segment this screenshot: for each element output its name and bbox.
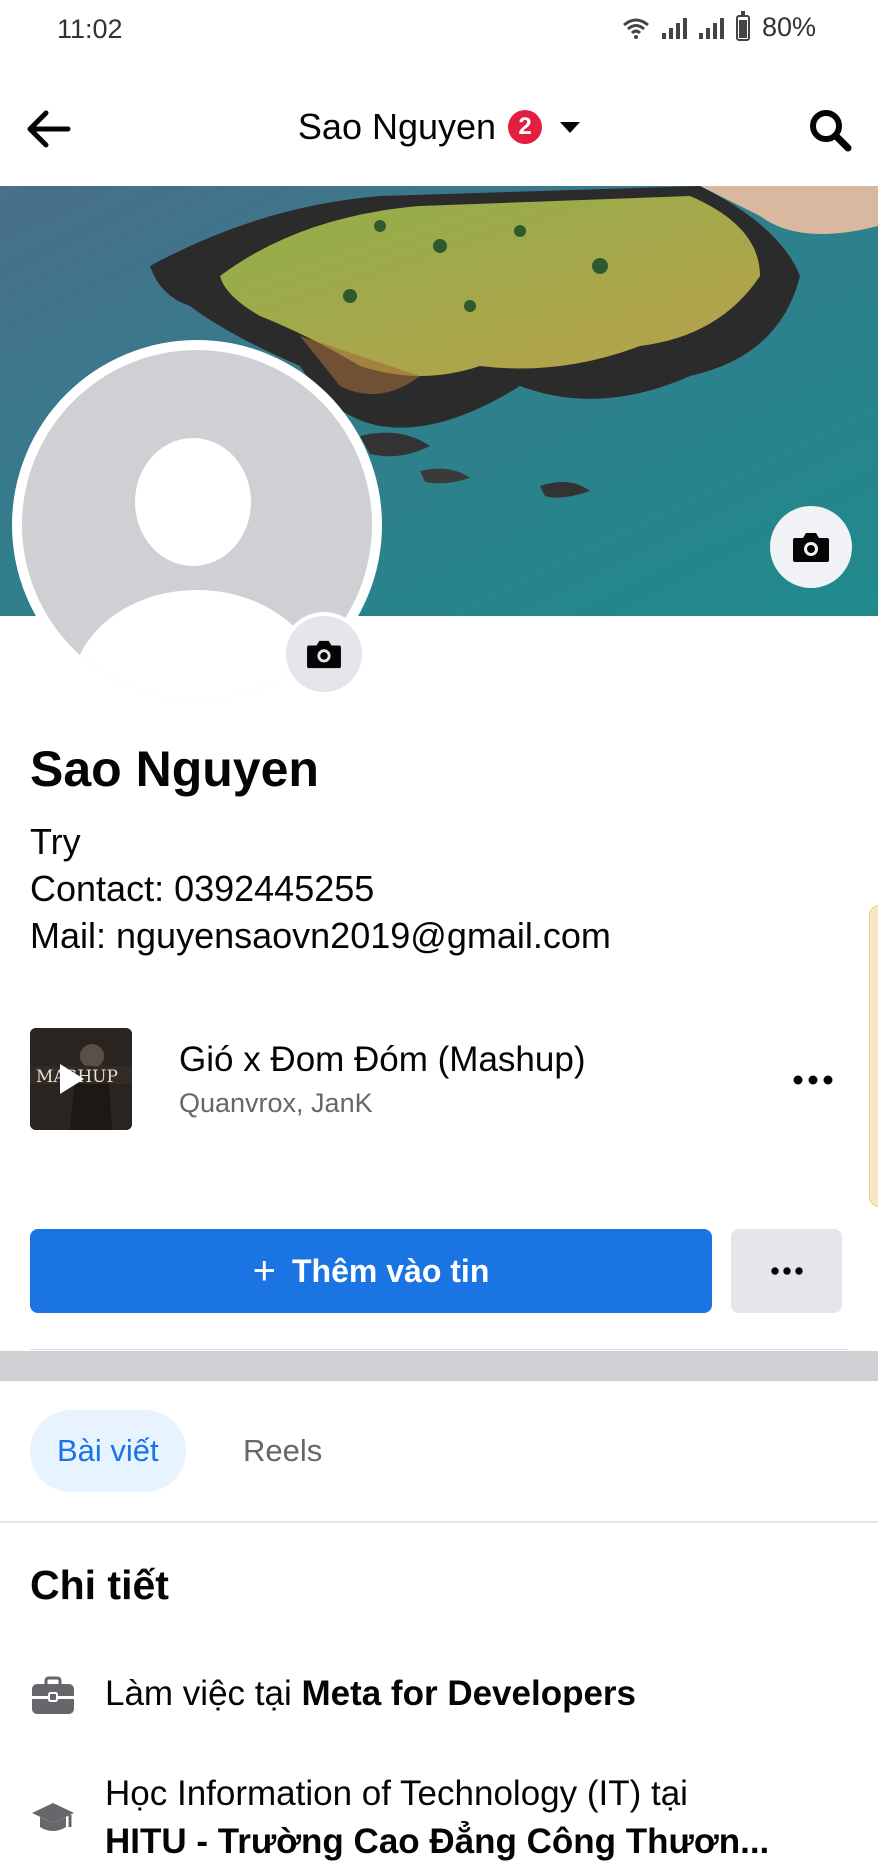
notification-badge: 2 — [508, 110, 543, 144]
search-button[interactable] — [802, 102, 858, 158]
bio-line: Mail: nguyensaovn2019@gmail.com — [30, 915, 611, 956]
more-dots-icon — [770, 1267, 803, 1275]
work-place[interactable]: Meta for Developers — [301, 1674, 636, 1713]
more-dots-icon — [793, 1075, 833, 1085]
tab-reels[interactable]: Reels — [243, 1410, 322, 1492]
profile-bio: Try Contact: 0392445255 Mail: nguyensaov… — [30, 818, 611, 959]
album-art: MASHUP — [30, 1028, 132, 1130]
detail-work: Làm việc tại Meta for Developers — [105, 1674, 636, 1714]
music-cover[interactable]: MASHUP — [30, 1028, 132, 1130]
signal-icon-2 — [698, 17, 724, 39]
profile-name: Sao Nguyen — [30, 741, 319, 797]
details-heading: Chi tiết — [30, 1562, 169, 1608]
camera-icon — [307, 640, 341, 669]
edit-profile-picture-button[interactable] — [282, 612, 366, 696]
add-to-story-label: Thêm vào tin — [292, 1252, 490, 1289]
camera-icon — [793, 533, 829, 562]
status-icons: 80% — [622, 10, 816, 43]
header-title: Sao Nguyen — [297, 106, 497, 147]
work-prefix: Làm việc tại — [105, 1674, 302, 1713]
top-app-bar: Sao Nguyen 2 — [0, 70, 878, 186]
edu-school[interactable]: HITU - Trường Cao Đẳng Công Thươn... — [105, 1818, 865, 1866]
bio-line: Contact: 0392445255 — [30, 868, 375, 909]
plus-icon: + — [252, 1249, 276, 1293]
search-icon — [810, 110, 852, 152]
chevron-down-icon — [560, 121, 581, 133]
side-panel-handle[interactable] — [869, 905, 878, 1207]
add-to-story-button[interactable]: + Thêm vào tin — [30, 1229, 712, 1313]
briefcase-icon — [29, 1672, 77, 1720]
detail-education: Học Information of Technology (IT) tại H… — [105, 1770, 865, 1866]
music-title[interactable]: Gió x Đom Đóm (Mashup) — [179, 1040, 585, 1080]
bio-line: Try — [30, 821, 81, 862]
divider — [30, 1349, 848, 1350]
signal-icon — [661, 17, 687, 39]
edit-cover-button[interactable] — [770, 506, 852, 588]
section-divider — [0, 1351, 878, 1381]
music-more-button[interactable] — [778, 1052, 848, 1108]
edu-prefix: Học Information of Technology (IT) tại — [105, 1774, 688, 1813]
graduation-cap-icon — [29, 1795, 77, 1843]
profile-more-button[interactable] — [731, 1229, 842, 1313]
tab-posts[interactable]: Bài viết — [30, 1410, 186, 1492]
battery-percent: 80% — [761, 12, 816, 42]
wifi-icon — [622, 18, 649, 39]
divider — [0, 1521, 878, 1523]
battery-icon — [735, 10, 750, 41]
profile-switcher[interactable]: Sao Nguyen 2 — [0, 106, 878, 148]
music-artist: Quanvrox, JanK — [179, 1088, 373, 1118]
status-time: 11:02 — [57, 14, 123, 44]
